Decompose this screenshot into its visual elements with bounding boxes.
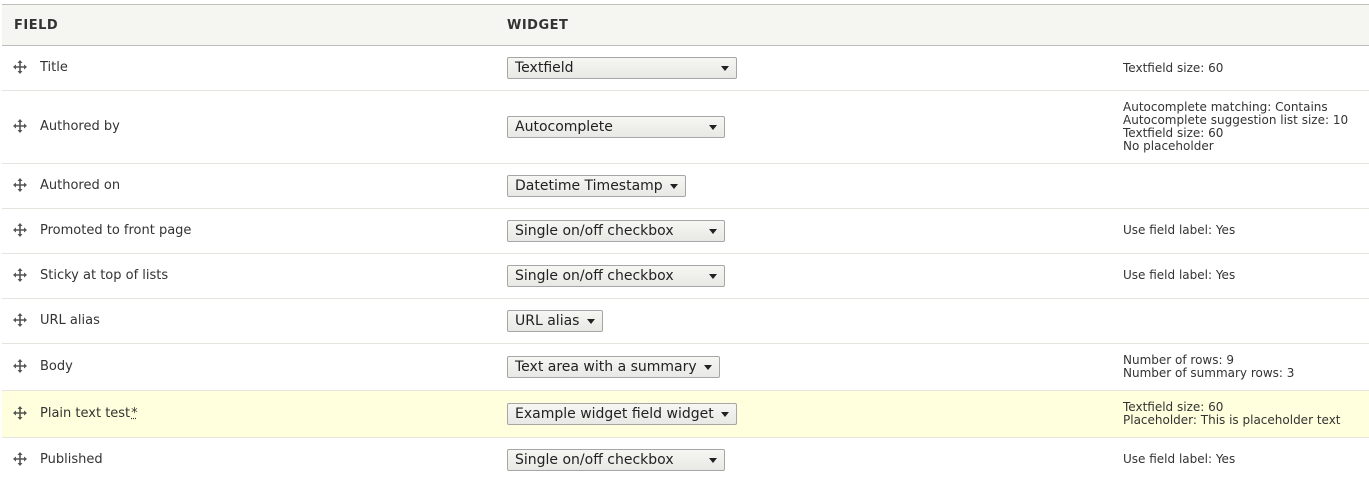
widget-summary: Use field label: Yes	[1123, 453, 1235, 466]
field-label: Plain text test*	[40, 406, 138, 421]
caret-down-icon	[587, 319, 595, 324]
summary-line: Use field label: Yes	[1123, 223, 1236, 237]
drag-handle-icon[interactable]	[13, 268, 27, 282]
summary-line: Textfield size: 60	[1123, 61, 1224, 75]
widget-select-value: Single on/off checkbox	[515, 452, 674, 468]
widget-select[interactable]: Example widget field widget	[507, 403, 737, 425]
widget-select[interactable]: Text area with a summary	[507, 356, 720, 378]
summary-line: Use field label: Yes	[1123, 452, 1236, 466]
column-header-widget: WIDGET	[507, 18, 569, 33]
caret-down-icon	[670, 184, 678, 189]
widget-select-value: Single on/off checkbox	[515, 223, 674, 239]
table-header: FIELD WIDGET	[2, 5, 1369, 46]
widget-select-value: URL alias	[515, 313, 580, 329]
widget-select[interactable]: Single on/off checkbox	[507, 265, 725, 287]
field-label: Sticky at top of lists	[40, 268, 169, 283]
widget-summary: Textfield size: 60 Placeholder: This is …	[1123, 401, 1341, 427]
drag-handle-icon[interactable]	[13, 359, 27, 373]
field-label: URL alias	[40, 313, 100, 328]
widget-select[interactable]: Single on/off checkbox	[507, 449, 725, 471]
widget-summary: Textfield size: 60	[1123, 62, 1223, 75]
drag-handle-icon[interactable]	[13, 452, 27, 466]
widget-select[interactable]: Autocomplete	[507, 116, 725, 138]
table-row: Body Text area with a summary Number of …	[2, 344, 1369, 391]
table-row: Sticky at top of lists Single on/off che…	[2, 254, 1369, 299]
caret-down-icon	[709, 274, 717, 279]
field-label: Promoted to front page	[40, 223, 192, 238]
widget-select[interactable]: Single on/off checkbox	[507, 220, 725, 242]
widget-select-value: Textfield	[515, 60, 574, 76]
table-row: Authored by Autocomplete Autocomplete ma…	[2, 91, 1369, 164]
summary-line: Number of summary rows: 3	[1123, 366, 1295, 380]
drag-handle-icon[interactable]	[13, 223, 27, 237]
widget-summary: Number of rows: 9 Number of summary rows…	[1123, 354, 1294, 380]
caret-down-icon	[709, 458, 717, 463]
widget-summary: Autocomplete matching: Contains Autocomp…	[1123, 101, 1348, 153]
field-label: Authored on	[40, 178, 121, 193]
table-row: Authored on Datetime Timestamp	[2, 164, 1369, 209]
widget-select[interactable]: Textfield	[507, 57, 737, 79]
field-label: Title	[40, 60, 68, 75]
table-row: Promoted to front page Single on/off che…	[2, 209, 1369, 254]
widget-select[interactable]: Datetime Timestamp	[507, 175, 686, 197]
table-row-highlighted: Plain text test* Example widget field wi…	[2, 391, 1369, 438]
caret-down-icon	[704, 365, 712, 370]
widget-summary: Use field label: Yes	[1123, 224, 1235, 237]
caret-down-icon	[709, 125, 717, 130]
widget-summary: Use field label: Yes	[1123, 269, 1235, 282]
changed-marker: *	[131, 406, 138, 421]
caret-down-icon	[721, 66, 729, 71]
field-label: Published	[40, 452, 103, 467]
widget-select-value: Text area with a summary	[515, 359, 697, 375]
drag-handle-icon[interactable]	[13, 119, 27, 133]
summary-line: Use field label: Yes	[1123, 268, 1236, 282]
field-label: Body	[40, 359, 73, 374]
caret-down-icon	[721, 412, 729, 417]
widget-select[interactable]: URL alias	[507, 310, 603, 332]
drag-handle-icon[interactable]	[13, 178, 27, 192]
widget-select-value: Example widget field widget	[515, 406, 714, 422]
widget-select-value: Autocomplete	[515, 119, 613, 135]
table-row: Published Single on/off checkbox Use fie…	[2, 438, 1369, 482]
field-widget-table: FIELD WIDGET Title Textfield Textfield s…	[2, 4, 1369, 482]
widget-select-value: Single on/off checkbox	[515, 268, 674, 284]
field-label-text: Plain text test	[40, 406, 131, 421]
summary-line: Placeholder: This is placeholder text	[1123, 413, 1341, 427]
table-row: URL alias URL alias	[2, 299, 1369, 344]
widget-select-value: Datetime Timestamp	[515, 178, 663, 194]
caret-down-icon	[709, 229, 717, 234]
column-header-field: FIELD	[14, 18, 59, 33]
table-row: Title Textfield Textfield size: 60	[2, 46, 1369, 91]
summary-line: No placeholder	[1123, 139, 1214, 153]
drag-handle-icon[interactable]	[13, 60, 27, 74]
field-label: Authored by	[40, 119, 120, 134]
drag-handle-icon[interactable]	[13, 313, 27, 327]
drag-handle-icon[interactable]	[13, 406, 27, 420]
